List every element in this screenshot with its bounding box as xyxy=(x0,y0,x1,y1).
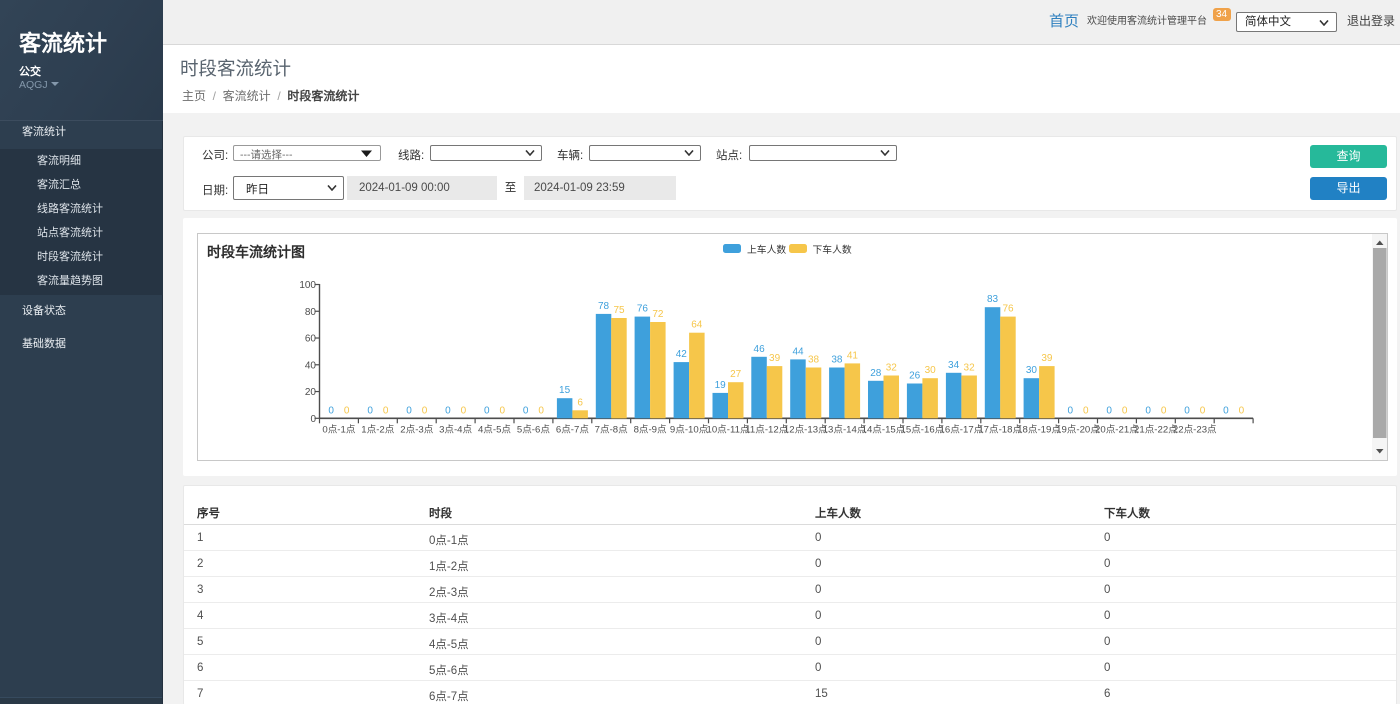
svg-text:3点-4点: 3点-4点 xyxy=(439,425,472,436)
svg-text:7点-8点: 7点-8点 xyxy=(595,425,628,436)
svg-text:0: 0 xyxy=(367,405,373,416)
svg-text:30: 30 xyxy=(925,365,937,376)
svg-text:30: 30 xyxy=(1026,365,1038,376)
svg-text:0: 0 xyxy=(310,414,316,425)
svg-text:6点-7点: 6点-7点 xyxy=(556,425,589,436)
svg-text:0: 0 xyxy=(1122,405,1128,416)
svg-text:76: 76 xyxy=(1002,304,1014,315)
svg-text:0: 0 xyxy=(523,405,529,416)
svg-text:0点-1点: 0点-1点 xyxy=(322,425,355,436)
svg-text:4点-5点: 4点-5点 xyxy=(478,425,511,436)
svg-text:34: 34 xyxy=(948,360,960,371)
svg-text:9点-10点: 9点-10点 xyxy=(670,425,709,436)
svg-text:15点-16点: 15点-16点 xyxy=(901,425,945,436)
svg-text:46: 46 xyxy=(754,344,766,355)
svg-text:5点-6点: 5点-6点 xyxy=(517,425,550,436)
svg-text:0: 0 xyxy=(461,405,467,416)
svg-text:0: 0 xyxy=(1184,405,1190,416)
svg-text:0: 0 xyxy=(1200,405,1206,416)
svg-text:18点-19点: 18点-19点 xyxy=(1017,425,1061,436)
svg-text:15: 15 xyxy=(559,385,571,396)
svg-text:20点-21点: 20点-21点 xyxy=(1095,425,1139,436)
svg-text:0: 0 xyxy=(500,405,506,416)
svg-text:19: 19 xyxy=(715,380,727,391)
svg-text:76: 76 xyxy=(637,304,649,315)
svg-text:78: 78 xyxy=(598,301,610,312)
svg-text:22点-23点: 22点-23点 xyxy=(1173,425,1217,436)
svg-text:39: 39 xyxy=(769,353,781,364)
svg-text:100: 100 xyxy=(299,280,316,291)
svg-text:0: 0 xyxy=(328,405,334,416)
svg-text:64: 64 xyxy=(691,320,703,331)
svg-text:8点-9点: 8点-9点 xyxy=(634,425,667,436)
svg-text:2点-3点: 2点-3点 xyxy=(400,425,433,436)
svg-text:44: 44 xyxy=(792,346,804,357)
svg-text:13点-14点: 13点-14点 xyxy=(823,425,867,436)
svg-text:26: 26 xyxy=(909,371,921,382)
svg-text:20: 20 xyxy=(305,387,317,398)
svg-text:1点-2点: 1点-2点 xyxy=(361,425,394,436)
svg-text:0: 0 xyxy=(1239,405,1245,416)
svg-text:83: 83 xyxy=(987,294,999,305)
svg-text:0: 0 xyxy=(484,405,490,416)
svg-text:0: 0 xyxy=(383,405,389,416)
svg-text:27: 27 xyxy=(730,369,742,380)
svg-text:38: 38 xyxy=(808,355,820,366)
svg-text:80: 80 xyxy=(305,307,317,318)
svg-text:42: 42 xyxy=(676,349,688,360)
svg-text:72: 72 xyxy=(652,309,664,320)
svg-text:10点-11点: 10点-11点 xyxy=(706,425,749,436)
svg-text:19点-20点: 19点-20点 xyxy=(1056,425,1100,436)
svg-text:60: 60 xyxy=(305,334,317,345)
svg-text:28: 28 xyxy=(870,368,882,379)
svg-text:0: 0 xyxy=(538,405,544,416)
svg-text:38: 38 xyxy=(831,355,843,366)
svg-text:21点-22点: 21点-22点 xyxy=(1134,425,1178,436)
svg-text:16点-17点: 16点-17点 xyxy=(940,425,984,436)
svg-text:6: 6 xyxy=(577,397,583,408)
svg-text:0: 0 xyxy=(1223,405,1229,416)
svg-text:14点-15点: 14点-15点 xyxy=(862,425,906,436)
svg-text:17点-18点: 17点-18点 xyxy=(978,425,1022,436)
svg-text:32: 32 xyxy=(964,363,976,374)
svg-text:75: 75 xyxy=(613,305,625,316)
svg-text:0: 0 xyxy=(406,405,412,416)
svg-text:0: 0 xyxy=(1145,405,1151,416)
svg-text:0: 0 xyxy=(1106,405,1112,416)
svg-text:0: 0 xyxy=(445,405,451,416)
svg-text:0: 0 xyxy=(344,405,350,416)
svg-text:11点-12点: 11点-12点 xyxy=(745,425,788,436)
svg-text:12点-13点: 12点-13点 xyxy=(784,425,828,436)
svg-text:0: 0 xyxy=(1068,405,1074,416)
svg-text:0: 0 xyxy=(422,405,428,416)
svg-text:0: 0 xyxy=(1083,405,1089,416)
svg-text:40: 40 xyxy=(305,360,317,371)
svg-text:39: 39 xyxy=(1041,353,1053,364)
svg-text:32: 32 xyxy=(886,363,898,374)
svg-text:41: 41 xyxy=(847,350,859,361)
svg-text:0: 0 xyxy=(1161,405,1167,416)
